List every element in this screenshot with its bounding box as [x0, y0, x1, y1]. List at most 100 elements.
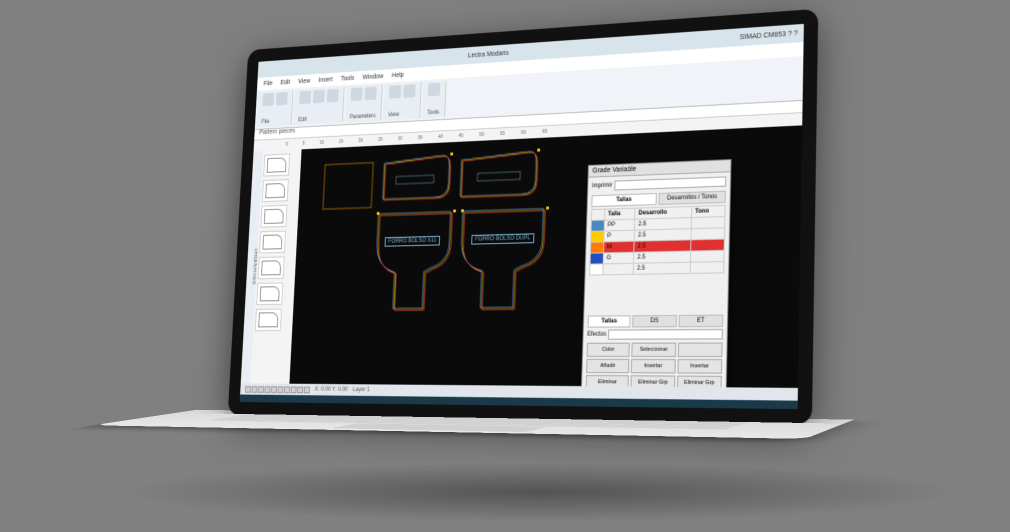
dev-cell[interactable]: 2.5	[635, 218, 692, 231]
tool-icon[interactable]	[351, 87, 363, 101]
grade-handle[interactable]	[450, 153, 453, 156]
piece-thumbnail[interactable]	[262, 179, 289, 202]
grade-handle[interactable]	[461, 209, 464, 212]
table-row[interactable]: G2.5	[590, 250, 724, 264]
pattern-piece[interactable]	[459, 150, 539, 206]
pattern-piece[interactable]: FORRO BOLSO X11	[373, 210, 455, 317]
dev-cell[interactable]: 2.5	[633, 262, 690, 274]
add-button[interactable]: Añadir	[586, 359, 629, 373]
menu-item[interactable]: View	[298, 78, 310, 85]
size-cell[interactable]: P	[604, 230, 635, 242]
size-cell[interactable]: M	[603, 241, 634, 253]
color-button[interactable]: Color	[587, 343, 630, 357]
piece-thumbnail[interactable]	[263, 154, 290, 177]
ribbon-group: Parameters	[345, 84, 383, 122]
menu-item[interactable]: Insert	[318, 76, 333, 83]
tool-icon[interactable]	[262, 93, 274, 106]
sizes-table: Talla Desarrollo Tono PP2.5P2.5M2.5G2.52…	[589, 205, 725, 276]
ruler-mark: 40	[438, 134, 443, 140]
ribbon-group: Edit	[293, 87, 344, 125]
grade-handle[interactable]	[546, 207, 549, 210]
color-swatch	[591, 220, 604, 231]
delete-button[interactable]: Eliminar	[586, 375, 630, 390]
col-tone: Tono	[692, 205, 726, 217]
piece-label: FORRO BOLSO DUPL	[471, 233, 534, 244]
table-row[interactable]: M2.5	[590, 239, 724, 253]
piece-thumbnail[interactable]	[259, 231, 286, 254]
grade-handle[interactable]	[453, 210, 456, 213]
menu-item[interactable]: Edit	[280, 79, 290, 86]
menu-item[interactable]: Tools	[341, 75, 355, 82]
tone-cell[interactable]	[691, 239, 725, 251]
ruler-mark: 55	[500, 131, 505, 137]
color-swatch	[590, 253, 603, 264]
select-button[interactable]: Seleccionar	[632, 343, 676, 357]
document-tab[interactable]: Pattern pieces	[259, 128, 295, 136]
ruler-mark: 0	[286, 142, 289, 148]
dev-cell[interactable]: 2.5	[634, 229, 691, 242]
ruler-mark: 30	[398, 136, 403, 142]
tool-icon[interactable]	[276, 92, 288, 105]
table-row[interactable]: P2.5	[591, 228, 725, 242]
insert-button[interactable]: Insertar	[631, 359, 675, 374]
titlebar-center: Lectra Modaris	[468, 50, 509, 59]
grade-handle[interactable]	[377, 212, 380, 215]
dev-cell[interactable]: 2.5	[634, 240, 691, 252]
piece-thumbnail[interactable]	[260, 205, 287, 228]
menu-item[interactable]: File	[263, 80, 272, 87]
status-layer: Layer 1	[353, 387, 370, 393]
tool-icon[interactable]	[313, 90, 325, 103]
size-cell[interactable]: PP	[604, 219, 635, 231]
ruler-mark: 15	[339, 139, 344, 145]
size-cell[interactable]	[603, 263, 634, 275]
mid-tab[interactable]: DS	[632, 315, 676, 327]
tab-developments[interactable]: Desarrollos / Tonos	[658, 191, 725, 205]
tool-icon[interactable]	[428, 83, 441, 97]
mid-tab[interactable]: ET	[678, 315, 723, 328]
insert-button[interactable]: Insertar	[677, 359, 722, 374]
tool-icon[interactable]	[389, 85, 401, 99]
pattern-piece[interactable]	[381, 153, 452, 208]
color-swatch	[590, 242, 603, 253]
tone-cell[interactable]	[690, 262, 724, 274]
dev-cell[interactable]: 2.5	[634, 251, 691, 263]
tone-cell[interactable]	[691, 228, 725, 240]
tool-icon[interactable]	[403, 84, 415, 98]
grade-variable-dialog[interactable]: Grade Variable Imprimir Tallas Desarroll…	[581, 159, 732, 396]
ruler-mark: 60	[521, 130, 526, 136]
menu-item[interactable]: Window	[362, 73, 383, 81]
tab-sizes[interactable]: Tallas	[591, 193, 657, 207]
size-cell[interactable]: G	[603, 252, 634, 264]
piece-thumbnail[interactable]	[258, 257, 285, 280]
color-swatches[interactable]	[245, 386, 310, 393]
ruler-mark: 20	[358, 138, 363, 144]
menu-item[interactable]: Help	[392, 72, 404, 79]
table-row[interactable]: 2.5	[590, 262, 724, 276]
piece-thumbnail[interactable]	[255, 309, 282, 332]
filter-label: Imprimir	[592, 183, 612, 190]
statusbar: X: 0.00 Y: 0.00 Layer 1	[240, 383, 798, 409]
filter-input[interactable]	[614, 176, 726, 190]
mid-tab[interactable]: Tallas	[588, 315, 631, 327]
tool-icon[interactable]	[327, 89, 339, 102]
laptop-screen-bezel: Lectra Modaris SIMAD CM853 ? ? File Edit…	[228, 9, 819, 425]
ribbon-group: Tools	[422, 80, 447, 118]
col-dev: Desarrollo	[635, 206, 692, 219]
dialog-titlebar[interactable]: Grade Variable	[589, 160, 731, 178]
effects-input[interactable]	[608, 329, 723, 340]
tone-cell[interactable]	[691, 217, 725, 229]
tone-cell[interactable]	[690, 250, 724, 262]
canvas-viewport[interactable]: FORRO BOLSO X11 FORRO BOLSO DUPL Grade V…	[289, 125, 802, 388]
piece-thumbnail[interactable]	[256, 282, 283, 305]
grade-handle[interactable]	[537, 149, 540, 152]
titlebar-right: SIMAD CM853 ? ?	[740, 30, 798, 41]
ruler-mark: 65	[542, 129, 547, 135]
tool-icon[interactable]	[365, 87, 377, 101]
empty-button[interactable]	[677, 343, 722, 358]
tool-icon[interactable]	[299, 91, 311, 104]
delete-group-button[interactable]: Eliminar Grp	[631, 375, 675, 390]
delete-group-button[interactable]: Eliminar Grp	[677, 376, 722, 391]
piece-label: FORRO BOLSO X11	[385, 236, 440, 247]
table-row[interactable]: PP2.5	[591, 217, 725, 232]
pattern-piece[interactable]: FORRO BOLSO DUPL	[458, 208, 548, 317]
